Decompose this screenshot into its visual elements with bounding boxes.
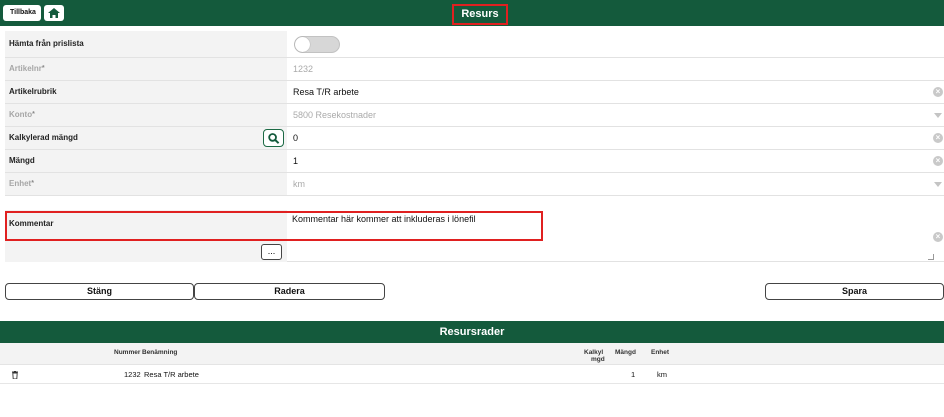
- row-unit: Enhet* km: [5, 173, 944, 196]
- page-title: Resurs: [452, 4, 508, 25]
- back-button-label: Tillbaka: [10, 9, 36, 16]
- article-heading-input[interactable]: Resa T/R arbete: [293, 81, 359, 103]
- article-no-value: 1232: [293, 64, 314, 74]
- delete-button[interactable]: Radera: [194, 283, 385, 300]
- calc-quantity-input[interactable]: 0: [293, 127, 298, 149]
- col-number: Nummer: [114, 349, 141, 356]
- row-quantity: Mängd 1 ×: [5, 150, 944, 173]
- row-fetch-from-pricelist: Hämta från prislista: [5, 31, 944, 58]
- search-button[interactable]: [263, 129, 284, 147]
- fetch-from-pricelist-label: Hämta från prislista: [5, 31, 287, 57]
- col-unit: Enhet: [651, 349, 670, 356]
- trash-icon[interactable]: [12, 371, 18, 379]
- article-heading-label: Artikelrubrik: [5, 81, 287, 103]
- cell-quantity: 1: [631, 370, 636, 379]
- account-select[interactable]: 5800 Resekostnader: [293, 104, 376, 126]
- resource-rows-header: Resursrader: [0, 321, 944, 343]
- col-name: Benämning: [142, 349, 178, 356]
- dropdown-caret-icon[interactable]: [934, 113, 942, 118]
- unit-label: Enhet*: [5, 173, 287, 195]
- quantity-input[interactable]: 1: [293, 150, 298, 172]
- back-button[interactable]: Tillbaka: [3, 5, 41, 21]
- row-account: Konto* 5800 Resekostnader: [5, 104, 944, 127]
- cell-unit: km: [657, 370, 667, 379]
- close-button[interactable]: Stäng: [5, 283, 194, 300]
- comment-highlight-box: [5, 211, 543, 241]
- home-button[interactable]: [44, 5, 64, 21]
- more-button[interactable]: ...: [261, 244, 282, 260]
- resize-handle-icon[interactable]: [928, 254, 934, 260]
- row-article-heading: Artikelrubrik Resa T/R arbete ×: [5, 81, 944, 104]
- clear-icon[interactable]: ×: [933, 156, 943, 166]
- calc-quantity-label: Kalkylerad mängd: [5, 127, 287, 149]
- clear-icon[interactable]: ×: [933, 232, 943, 242]
- account-label: Konto*: [5, 104, 287, 126]
- row-calc-quantity: Kalkylerad mängd 0 ×: [5, 127, 944, 150]
- unit-select[interactable]: km: [293, 173, 305, 195]
- table-row[interactable]: 1232 Resa T/R arbete 1 km: [0, 366, 944, 384]
- cell-name: Resa T/R arbete: [144, 370, 199, 379]
- col-quantity: Mängd: [615, 349, 636, 356]
- fetch-from-pricelist-toggle[interactable]: [294, 36, 340, 53]
- col-calc-quantity: Kalkyl mgd: [584, 349, 605, 363]
- row-article-no: Artikelnr* 1232: [5, 58, 944, 81]
- clear-icon[interactable]: ×: [933, 87, 943, 97]
- search-icon: [268, 133, 280, 144]
- home-icon: [48, 8, 60, 18]
- article-no-label: Artikelnr*: [5, 58, 287, 80]
- resource-table-header: Nummer Benämning Kalkyl mgd Mängd Enhet: [0, 343, 944, 365]
- cell-number: 1232: [124, 370, 141, 379]
- dropdown-caret-icon[interactable]: [934, 182, 942, 187]
- clear-icon[interactable]: ×: [933, 133, 943, 143]
- toggle-knob: [295, 37, 310, 52]
- quantity-label: Mängd: [5, 150, 287, 172]
- save-button[interactable]: Spara: [765, 283, 944, 300]
